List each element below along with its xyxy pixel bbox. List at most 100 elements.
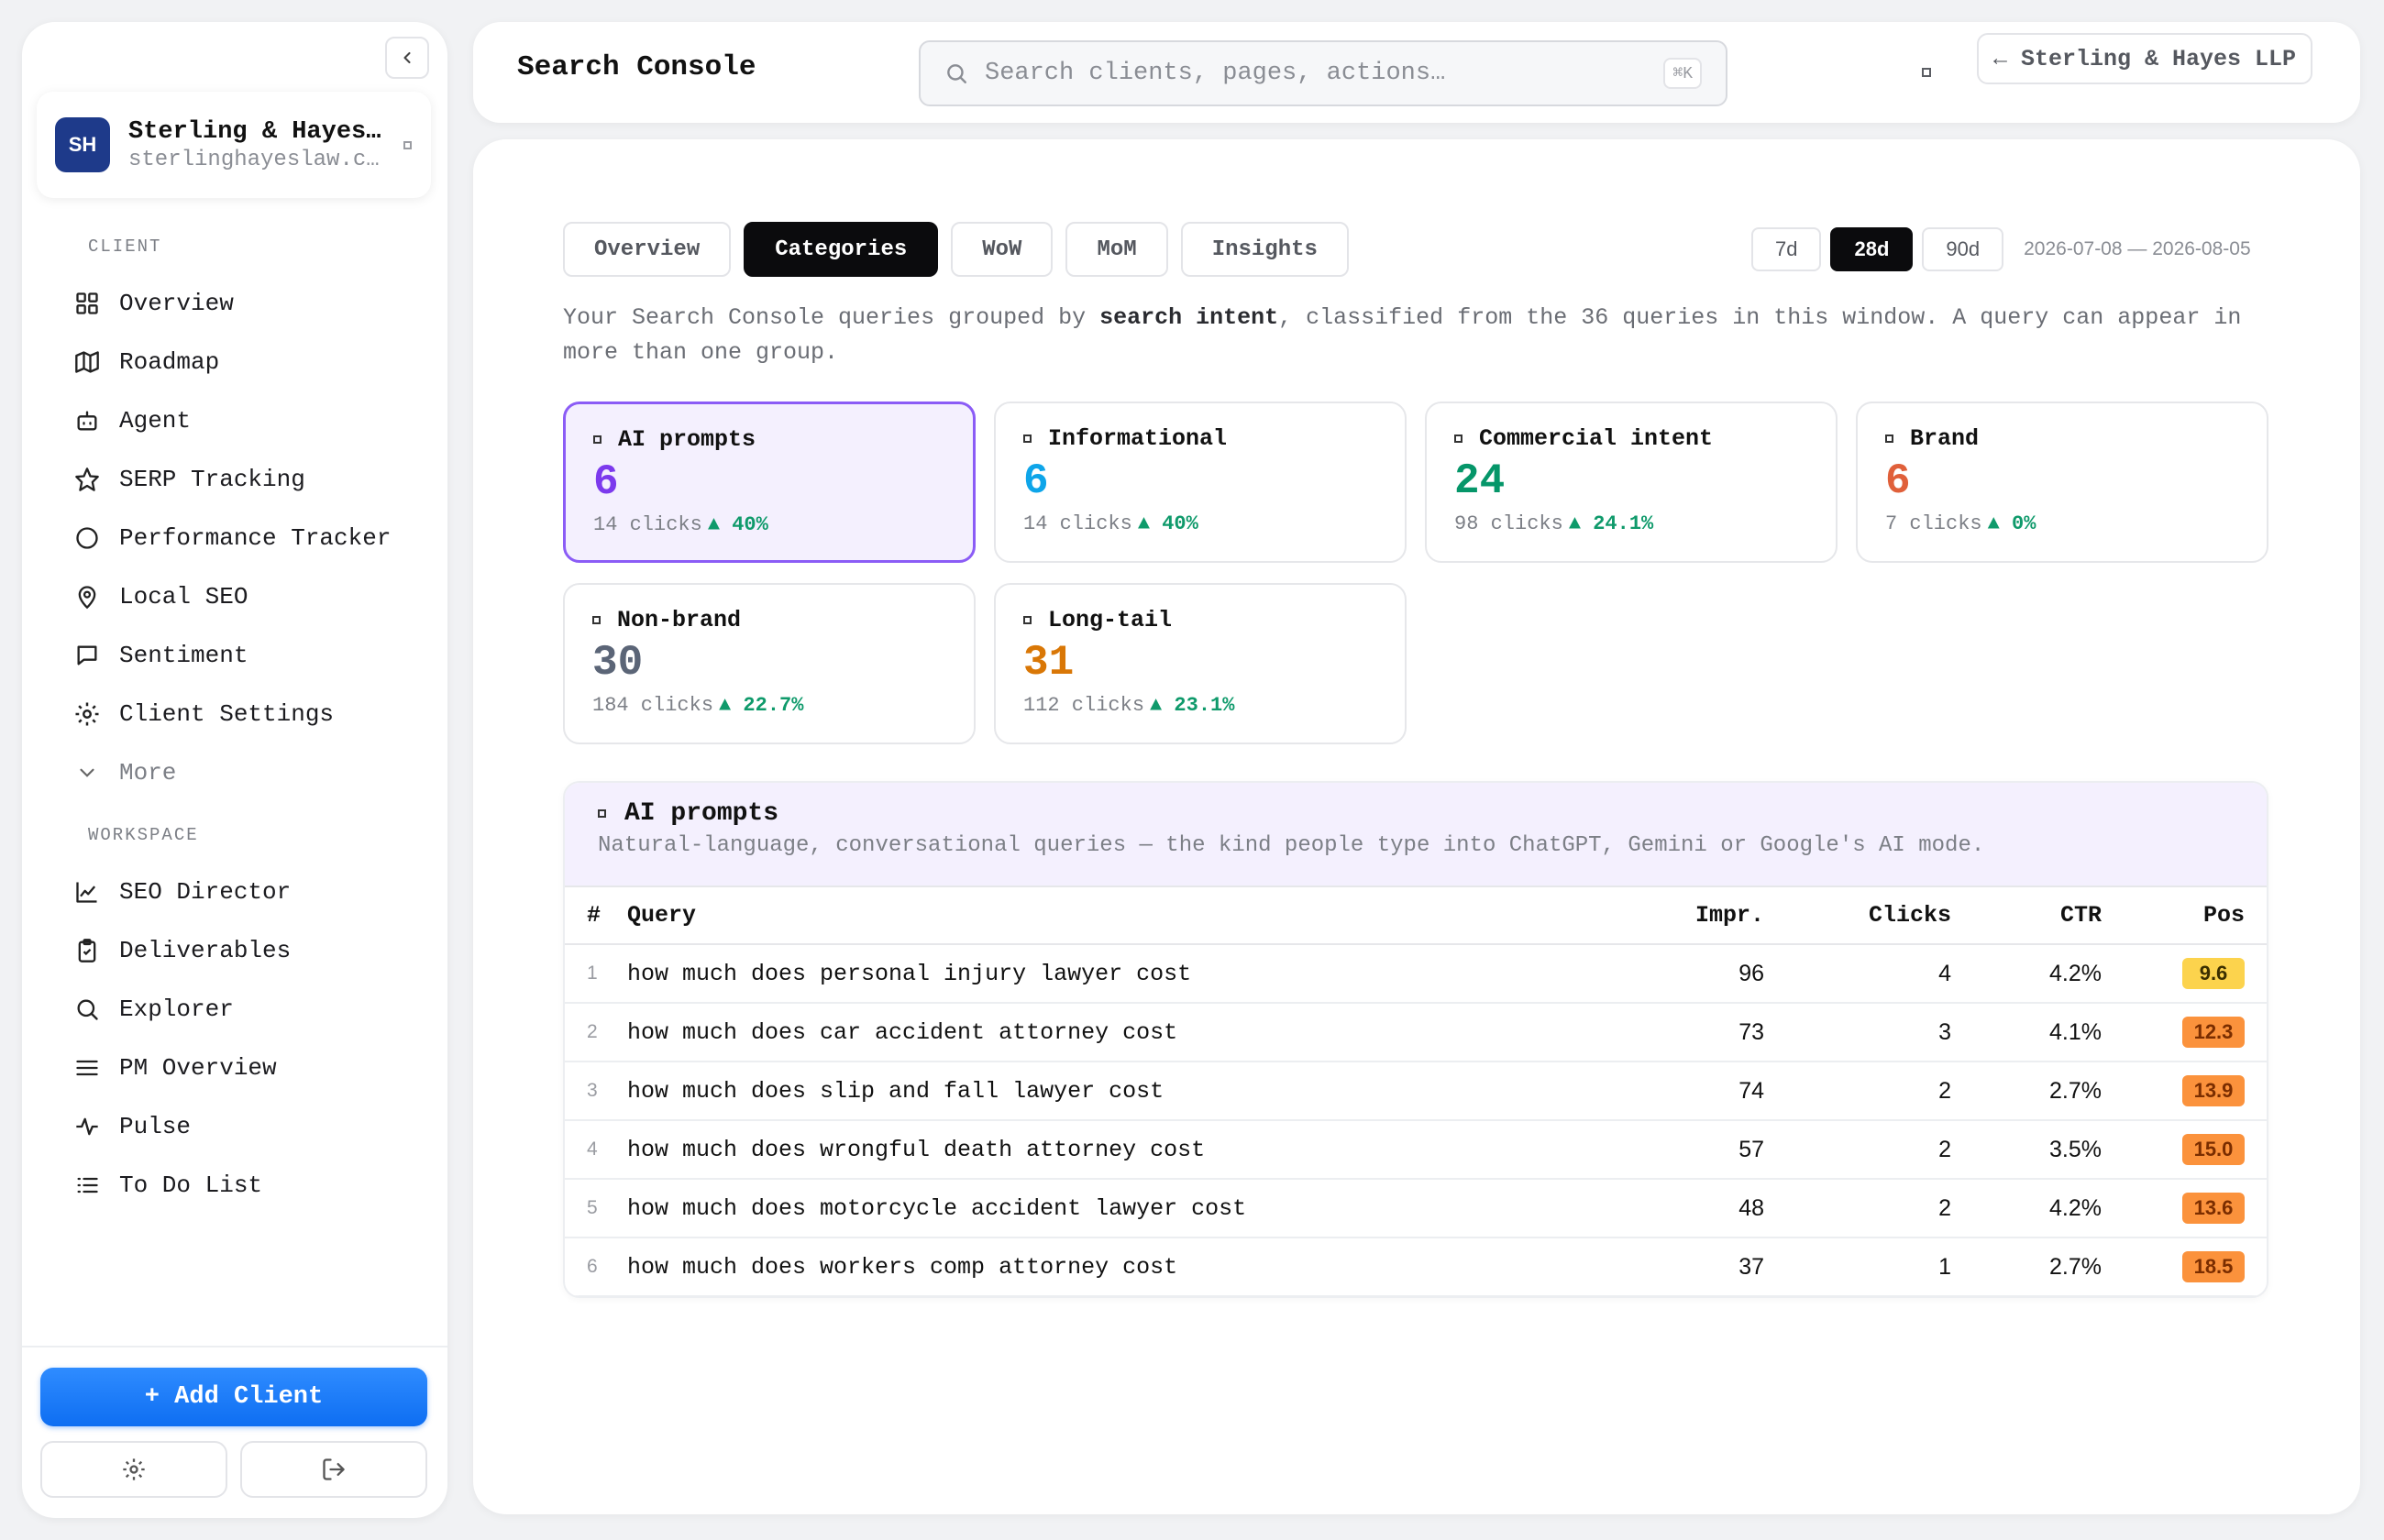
back-to-client-button[interactable]: ← Sterling & Hayes LLP (1977, 33, 2312, 84)
ctr-cell: 2.7% (1951, 1062, 2102, 1121)
category-icon (598, 809, 606, 818)
table-row[interactable]: 5 how much does motorcycle accident lawye… (565, 1179, 2267, 1238)
column-header-number[interactable]: # (565, 887, 622, 945)
table-row[interactable]: 3 how much does slip and fall lawyer cost… (565, 1062, 2267, 1121)
category-count: 6 (593, 458, 619, 506)
delta-badge: ▲ 24.1% (1568, 512, 1654, 535)
position-cell: 9.6 (2102, 944, 2267, 1004)
ctr-cell: 3.5% (1951, 1120, 2102, 1180)
tab-categories[interactable]: Categories (744, 222, 939, 277)
table-row[interactable]: 1 how much does personal injury lawyer co… (565, 944, 2267, 1004)
sidebar-divider (22, 1346, 447, 1348)
category-count: 30 (592, 639, 644, 687)
search-icon (73, 996, 101, 1023)
add-client-button[interactable]: + Add Client (40, 1368, 427, 1426)
sidebar-item-client-settings[interactable]: Client Settings (73, 693, 431, 735)
notification-icon[interactable] (1922, 68, 1931, 77)
column-header-query[interactable]: Query (622, 887, 1599, 945)
sidebar-item-more[interactable]: More (73, 752, 431, 794)
category-icon (1023, 434, 1032, 443)
clicks-cell: 2 (1764, 1062, 1951, 1121)
sidebar-item-local-seo[interactable]: Local SEO (73, 576, 431, 618)
tab-mom[interactable]: MoM (1065, 222, 1168, 277)
ctr-cell: 4.2% (1951, 1179, 2102, 1238)
table-row[interactable]: 4 how much does wrongful death attorney c… (565, 1120, 2267, 1180)
sidebar-item-explorer[interactable]: Explorer (73, 988, 431, 1030)
tab-insights[interactable]: Insights (1180, 222, 1349, 277)
logout-button[interactable] (240, 1441, 427, 1498)
sidebar-item-to-do-list[interactable]: To Do List (73, 1164, 431, 1206)
range-7d-button[interactable]: 7d (1751, 227, 1822, 271)
table-row[interactable]: 6 how much does workers comp attorney cos… (565, 1238, 2267, 1296)
search-icon (947, 64, 966, 83)
circle-icon (73, 524, 101, 552)
sidebar-item-label: Sentiment (119, 642, 248, 669)
category-count: 6 (1885, 457, 1911, 505)
category-card-non-brand[interactable]: Non-brand 30 184 clicks ▲ 22.7% (563, 583, 976, 744)
sidebar-item-label: SEO Director (119, 878, 292, 906)
row-number: 2 (565, 1003, 622, 1062)
range-90d-button[interactable]: 90d (1922, 227, 2004, 271)
main-panel: Overview Categories WoW MoM Insights 7d … (473, 139, 2360, 1514)
category-card-ai-prompts[interactable]: AI prompts 6 14 clicks ▲ 40% (563, 402, 976, 563)
query-cell: how much does car accident attorney cost (622, 1003, 1599, 1062)
tab-wow[interactable]: WoW (951, 222, 1054, 277)
sidebar-item-sentiment[interactable]: Sentiment (73, 634, 431, 676)
sidebar-item-pulse[interactable]: Pulse (73, 1106, 431, 1148)
query-cell: how much does personal injury lawyer cos… (622, 944, 1599, 1004)
query-cell: how much does motorcycle accident lawyer… (622, 1179, 1599, 1238)
position-cell: 18.5 (2102, 1238, 2267, 1296)
sidebar-item-performance-tracker[interactable]: Performance Tracker (73, 517, 431, 559)
sidebar-item-serp-tracking[interactable]: SERP Tracking (73, 458, 431, 500)
category-count: 24 (1454, 457, 1506, 505)
impressions-cell: 74 (1599, 1062, 1764, 1121)
column-header-ctr[interactable]: CTR (1951, 887, 2102, 945)
column-header-position[interactable]: Pos (2102, 887, 2267, 945)
delta-badge: ▲ 23.1% (1150, 694, 1235, 717)
collapse-sidebar-button[interactable] (385, 37, 429, 79)
search-shortcut-badge: ⌘K (1663, 58, 1702, 89)
sidebar-item-agent[interactable]: Agent (73, 400, 431, 442)
range-28d-button[interactable]: 28d (1830, 227, 1914, 271)
clicks-cell: 3 (1764, 1003, 1951, 1062)
client-domain: sterlinghayeslaw.c… (128, 147, 380, 172)
impressions-cell: 96 (1599, 944, 1764, 1004)
category-icon (593, 435, 602, 444)
sidebar: SH Sterling & Hayes… sterlinghayeslaw.c…… (22, 22, 447, 1518)
category-card-informational[interactable]: Informational 6 14 clicks ▲ 40% (994, 402, 1407, 563)
row-number: 5 (565, 1179, 622, 1238)
sidebar-item-pm-overview[interactable]: PM Overview (73, 1047, 431, 1089)
sidebar-item-roadmap[interactable]: Roadmap (73, 341, 431, 383)
category-card-commercial-intent[interactable]: Commercial intent 24 98 clicks ▲ 24.1% (1425, 402, 1838, 563)
delta-badge: ▲ 40% (707, 513, 768, 536)
clipboard-icon (73, 937, 101, 964)
sidebar-item-label: Explorer (119, 996, 234, 1023)
delta-badge: ▲ 22.7% (719, 694, 804, 717)
sidebar-item-label: Agent (119, 407, 192, 434)
settings-button[interactable] (40, 1441, 227, 1498)
tab-overview[interactable]: Overview (563, 222, 732, 277)
category-icon (1885, 434, 1893, 443)
search-input[interactable]: Search clients, pages, actions… ⌘K (919, 40, 1727, 106)
table-row[interactable]: 2 how much does car accident attorney cos… (565, 1003, 2267, 1062)
position-badge: 18.5 (2182, 1251, 2245, 1282)
delta-badge: ▲ 40% (1137, 512, 1198, 535)
position-badge: 15.0 (2182, 1134, 2245, 1165)
sidebar-item-overview[interactable]: Overview (73, 282, 431, 324)
sidebar-item-seo-director[interactable]: SEO Director (73, 871, 431, 913)
ctr-cell: 4.2% (1951, 944, 2102, 1004)
category-card-long-tail[interactable]: Long-tail 31 112 clicks ▲ 23.1% (994, 583, 1407, 744)
client-switcher[interactable]: SH Sterling & Hayes… sterlinghayeslaw.c… (37, 92, 431, 198)
sidebar-item-label: PM Overview (119, 1054, 277, 1082)
category-icon (1454, 434, 1462, 443)
map-pin-icon (73, 583, 101, 610)
category-card-brand[interactable]: Brand 6 7 clicks ▲ 0% (1856, 402, 2268, 563)
column-header-clicks[interactable]: Clicks (1764, 887, 1951, 945)
column-header-impressions[interactable]: Impr. (1599, 887, 1764, 945)
query-cell: how much does slip and fall lawyer cost (622, 1062, 1599, 1121)
query-cell: how much does wrongful death attorney co… (622, 1120, 1599, 1180)
workspace-section-title: WORKSPACE (88, 825, 199, 845)
category-detail-panel: AI prompts Natural-language, conversatio… (563, 781, 2268, 1298)
sidebar-item-deliverables[interactable]: Deliverables (73, 930, 431, 972)
clicks-cell: 2 (1764, 1120, 1951, 1180)
